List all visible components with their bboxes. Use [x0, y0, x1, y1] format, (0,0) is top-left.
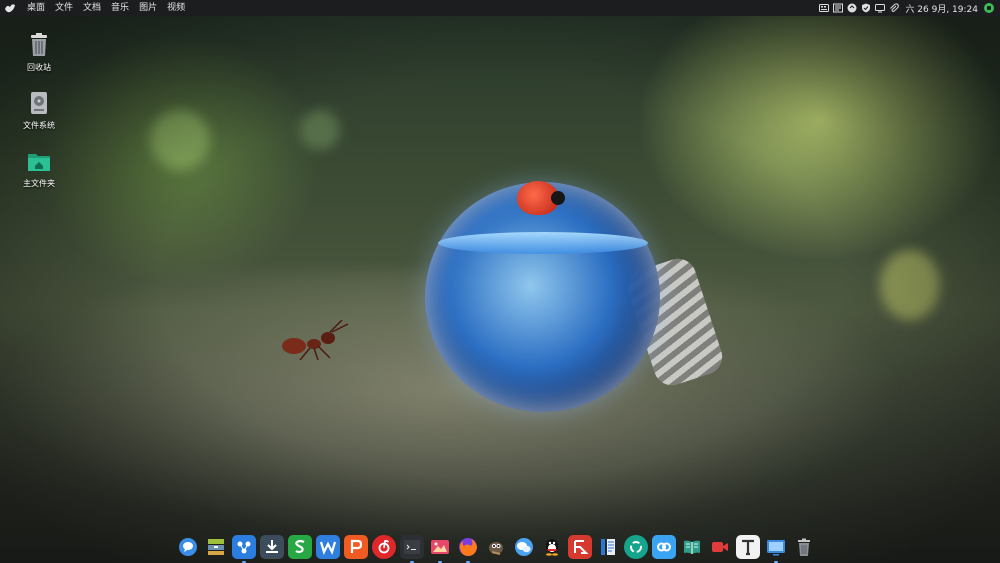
system-tray: 六 26 9月, 19:24: [819, 2, 1000, 15]
clipboard-icon[interactable]: [847, 3, 857, 13]
download-manager-icon: [266, 540, 278, 553]
screen-recorder-icon: [712, 542, 728, 552]
power-icon[interactable]: [984, 3, 994, 13]
terminal-icon: [404, 540, 420, 554]
dock-app-writer[interactable]: [316, 535, 340, 559]
dock-app-firefox[interactable]: [456, 535, 480, 563]
keyboard-icon[interactable]: [819, 3, 830, 13]
menu-music[interactable]: 音乐: [106, 0, 134, 16]
baidu-netdisk-icon: [657, 542, 671, 552]
network-app-icon: [237, 541, 251, 554]
chat-bubble-icon: [179, 538, 197, 556]
wallpaper-vignette: [0, 0, 1000, 563]
dock-app-netdisk[interactable]: [652, 535, 676, 559]
recycle-app-icon: [630, 541, 642, 553]
image-viewer-icon: [431, 540, 449, 554]
dock-app-spreadsheet[interactable]: [288, 535, 312, 559]
monitor-icon: [767, 540, 785, 556]
dock-app-presentation[interactable]: [344, 535, 368, 559]
wps-spreadsheet-icon: [295, 539, 305, 554]
dock-app-filezilla[interactable]: [568, 535, 592, 559]
menu-videos[interactable]: 视频: [162, 0, 190, 16]
dock-app-gimp[interactable]: [484, 535, 508, 559]
desktop-wallpaper: [0, 0, 1000, 563]
filezilla-icon: [574, 540, 589, 554]
dock-app-font-viewer[interactable]: [736, 535, 760, 559]
dock-app-terminal[interactable]: [400, 535, 424, 563]
document-reader-icon: [601, 539, 615, 555]
dock-app-image-viewer[interactable]: [428, 535, 452, 563]
netease-music-icon: [378, 539, 390, 554]
attachment-icon[interactable]: [889, 3, 900, 13]
menu-files[interactable]: 文件: [50, 0, 78, 16]
wps-writer-icon: [319, 541, 337, 555]
desktop-icon-trash[interactable]: 回收站: [11, 32, 67, 73]
input-method-icon[interactable]: [833, 3, 844, 13]
hard-drive-icon: [31, 92, 47, 114]
desktop-icon-label: 主文件夹: [23, 179, 55, 188]
dock-app-ebook[interactable]: [680, 535, 704, 559]
dock-app-screen-recorder[interactable]: [708, 535, 732, 559]
display-icon[interactable]: [875, 3, 886, 13]
desktop-icon-label: 文件系统: [23, 121, 55, 130]
gimp-icon: [489, 542, 503, 555]
menu-documents[interactable]: 文档: [78, 0, 106, 16]
desktop-icon-label: 回收站: [27, 63, 51, 72]
start-menu-logo-icon[interactable]: [2, 0, 18, 16]
clock[interactable]: 六 26 9月, 19:24: [905, 2, 978, 15]
dock-app-wechat[interactable]: [512, 535, 536, 559]
dock: [176, 533, 816, 563]
dock-app-download[interactable]: [260, 535, 284, 559]
menu-pictures[interactable]: 图片: [134, 0, 162, 16]
wechat-icon: [515, 538, 533, 556]
desktop-icon-home[interactable]: 主文件夹: [11, 148, 67, 189]
trash-icon: [798, 538, 810, 556]
dock-app-music[interactable]: [372, 535, 396, 559]
archive-manager-icon: [208, 539, 224, 555]
dock-app-archive[interactable]: [204, 535, 228, 559]
dock-app-trash[interactable]: [792, 535, 816, 559]
dock-app-network[interactable]: [232, 535, 256, 563]
firefox-icon: [459, 538, 477, 556]
dock-app-desktop-monitor[interactable]: [764, 535, 788, 563]
trash-icon: [31, 33, 47, 56]
top-panel: 桌面 文件 文档 音乐 图片 视频 六 26 9月, 19:24: [0, 0, 1000, 16]
font-viewer-icon: [742, 539, 754, 556]
wps-presentation-icon: [350, 539, 363, 553]
dock-app-chat[interactable]: [176, 535, 200, 559]
security-shield-icon[interactable]: [861, 3, 871, 13]
menu-desktop[interactable]: 桌面: [22, 0, 50, 16]
dock-app-recycle[interactable]: [624, 535, 648, 559]
dock-app-qq[interactable]: [540, 535, 564, 559]
home-folder-icon: [28, 154, 50, 171]
dock-app-document-reader[interactable]: [596, 535, 620, 559]
desktop-icon-filesystem[interactable]: 文件系统: [11, 90, 67, 131]
ebook-reader-icon: [684, 540, 700, 554]
qq-penguin-icon: [546, 539, 558, 556]
